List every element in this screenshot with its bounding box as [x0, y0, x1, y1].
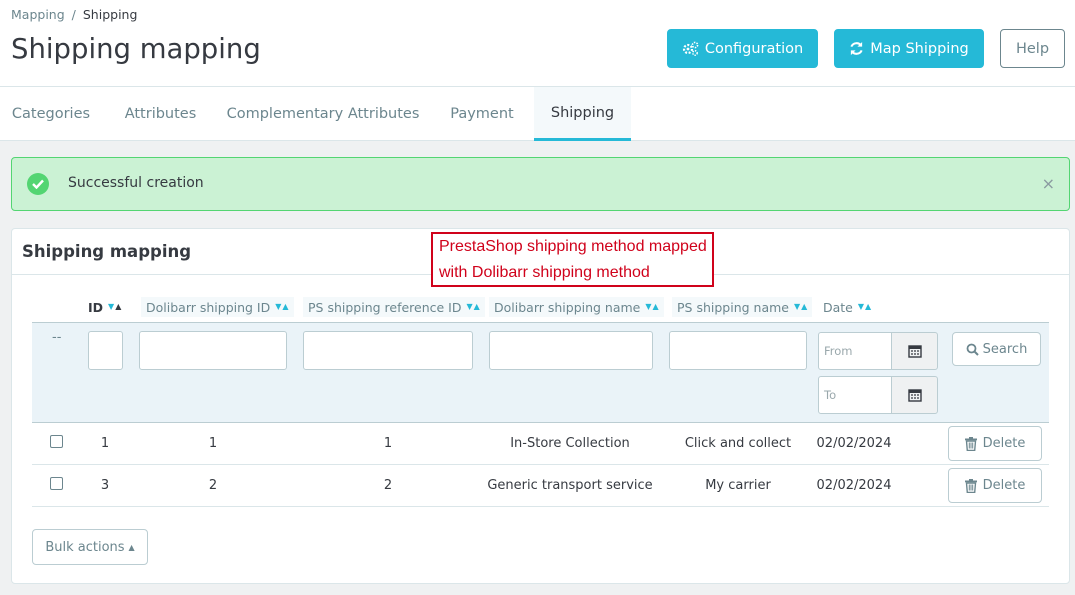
- delete-button[interactable]: Delete: [948, 468, 1042, 503]
- sort-icons[interactable]: ▼ ▲: [107, 303, 121, 311]
- filter-id-input[interactable]: [88, 331, 123, 370]
- page-title: Shipping mapping: [11, 33, 261, 65]
- tab-label: Categories: [11, 106, 91, 122]
- search-icon: [966, 343, 979, 356]
- help-label: Help: [1015, 40, 1050, 57]
- sort-icons[interactable]: ▼ ▲: [466, 303, 480, 311]
- bulk-actions-label: Bulk actions: [45, 539, 125, 555]
- bulk-select-placeholder: --: [52, 330, 62, 345]
- date-from-input[interactable]: From: [818, 332, 892, 370]
- tab-attributes[interactable]: Attributes: [112, 87, 209, 141]
- configuration-button[interactable]: Configuration: [667, 29, 818, 68]
- filter-dolibarr-shipping-id-input[interactable]: [139, 331, 287, 370]
- annotation-line-2: with Dolibarr shipping method: [439, 263, 650, 281]
- tab-label: Shipping: [550, 104, 615, 121]
- date-to-placeholder: To: [824, 388, 837, 402]
- close-icon[interactable]: ×: [1042, 174, 1055, 193]
- row-checkbox[interactable]: [50, 477, 63, 490]
- column-label: PS shipping reference ID: [308, 299, 462, 315]
- cell-date: 02/02/2024: [816, 478, 892, 493]
- tab-label: Payment: [450, 106, 514, 122]
- column-label: PS shipping name: [677, 299, 789, 315]
- tab-complementary-attributes[interactable]: Complementary Attributes: [222, 87, 424, 141]
- breadcrumb-separator: /: [71, 7, 76, 22]
- column-header-dolibarr-shipping-name[interactable]: Dolibarr shipping name ▼ ▲: [489, 297, 664, 317]
- column-header-id[interactable]: ID ▼ ▲: [88, 297, 121, 317]
- sort-icons[interactable]: ▼ ▲: [274, 303, 288, 311]
- column-header-ps-shipping-reference-id[interactable]: PS shipping reference ID ▼ ▲: [303, 297, 485, 317]
- alert-message: Successful creation: [68, 175, 204, 191]
- annotation-callout: PrestaShop shipping method mapped with D…: [431, 232, 714, 287]
- cell-id: 3: [100, 478, 110, 493]
- cell-ps-shipping-reference-id: 1: [383, 436, 393, 451]
- sort-icons[interactable]: ▼ ▲: [644, 303, 658, 311]
- tab-label: Complementary Attributes: [226, 106, 420, 122]
- breadcrumb: Mapping / Shipping: [11, 7, 137, 22]
- trash-icon: [964, 478, 977, 493]
- trash-icon: [964, 436, 977, 451]
- cell-date: 02/02/2024: [816, 436, 892, 451]
- mapping-tabs: Categories Attributes Complementary Attr…: [0, 87, 1075, 141]
- success-alert: Successful creation ×: [11, 157, 1070, 211]
- cell-ps-shipping-reference-id: 2: [383, 478, 393, 493]
- delete-label: Delete: [982, 436, 1026, 451]
- date-from-placeholder: From: [824, 344, 853, 358]
- delete-button[interactable]: Delete: [948, 426, 1042, 461]
- breadcrumb-current: Shipping: [82, 7, 138, 22]
- refresh-icon: [850, 41, 863, 56]
- configuration-label: Configuration: [704, 40, 804, 57]
- calendar-icon[interactable]: [891, 332, 938, 370]
- map-shipping-label: Map Shipping: [870, 40, 969, 57]
- bulk-actions-button[interactable]: Bulk actions ▲: [32, 529, 148, 565]
- tab-payment[interactable]: Payment: [438, 87, 526, 141]
- column-label: Date: [823, 299, 853, 315]
- help-button[interactable]: Help: [1000, 29, 1065, 68]
- column-label: ID: [88, 299, 104, 315]
- filter-dolibarr-shipping-name-input[interactable]: [489, 331, 653, 370]
- caret-up-icon: ▲: [128, 542, 135, 552]
- cell-dolibarr-shipping-id: 2: [208, 478, 218, 493]
- column-label: Dolibarr shipping name: [494, 299, 641, 315]
- cell-dolibarr-shipping-name: Generic transport service: [487, 478, 653, 493]
- date-to-input[interactable]: To: [818, 376, 892, 414]
- calendar-icon[interactable]: [891, 376, 938, 414]
- sort-icons[interactable]: ▼ ▲: [793, 303, 807, 311]
- breadcrumb-parent[interactable]: Mapping: [11, 7, 65, 22]
- tab-categories[interactable]: Categories: [0, 87, 102, 141]
- search-label: Search: [982, 341, 1028, 357]
- gears-icon: [682, 41, 699, 56]
- tab-shipping[interactable]: Shipping: [534, 87, 631, 141]
- delete-label: Delete: [982, 478, 1026, 493]
- cell-dolibarr-shipping-id: 1: [208, 436, 218, 451]
- column-header-date[interactable]: Date ▼ ▲: [823, 297, 871, 317]
- annotation-line-1: PrestaShop shipping method mapped: [439, 238, 707, 255]
- filter-ps-shipping-name-input[interactable]: [669, 331, 807, 370]
- cell-ps-shipping-name: My carrier: [705, 478, 771, 493]
- panel-title: Shipping mapping: [22, 242, 192, 261]
- cell-id: 1: [100, 436, 110, 451]
- check-circle-icon: [27, 173, 49, 195]
- cell-ps-shipping-name: Click and collect: [684, 436, 792, 451]
- sort-icons[interactable]: ▼ ▲: [857, 303, 871, 311]
- map-shipping-button[interactable]: Map Shipping: [834, 29, 984, 68]
- page-header: Mapping / Shipping Shipping mapping Config…: [0, 0, 1075, 87]
- column-header-ps-shipping-name[interactable]: PS shipping name ▼ ▲: [672, 297, 813, 317]
- column-header-dolibarr-shipping-id[interactable]: Dolibarr shipping ID ▼ ▲: [141, 297, 294, 317]
- tab-label: Attributes: [124, 106, 197, 122]
- search-button[interactable]: Search: [952, 332, 1041, 366]
- column-label: Dolibarr shipping ID: [146, 299, 271, 315]
- cell-dolibarr-shipping-name: In-Store Collection: [510, 436, 630, 451]
- row-checkbox[interactable]: [50, 435, 63, 448]
- filter-ps-shipping-reference-id-input[interactable]: [303, 331, 473, 370]
